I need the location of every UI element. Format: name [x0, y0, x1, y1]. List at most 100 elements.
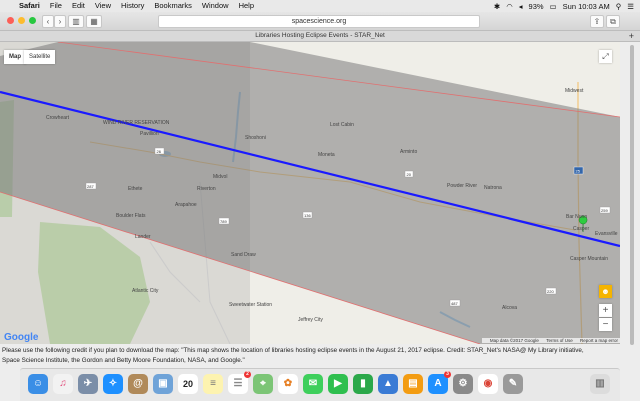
zoom-window-button[interactable]	[29, 17, 36, 24]
map-canvas[interactable]: Crowheart Pavillion Shoshoni Lost Cabin …	[0, 42, 620, 344]
place-label: Evansville	[595, 231, 618, 237]
credit-line: Space Science Institute, the Gordon and …	[2, 357, 245, 364]
tab-title[interactable]: Libraries Hosting Eclipse Events - STAR_…	[255, 32, 385, 39]
report-map-error-link[interactable]: Report a map error	[580, 338, 618, 343]
tabs-overview-icon[interactable]: ⧉	[606, 15, 620, 28]
reservation-label: WIND RIVER RESERVATION	[103, 120, 170, 126]
finder-icon[interactable]: ☺	[28, 374, 48, 394]
place-label: Lost Cabin	[330, 122, 354, 128]
zoom-in-button[interactable]: +	[599, 304, 612, 317]
reminders-icon[interactable]: ☰ 2	[228, 371, 251, 394]
place-label: Midvol	[213, 174, 227, 180]
minimize-window-button[interactable]	[18, 17, 25, 24]
volume-icon[interactable]: ◂	[516, 2, 526, 11]
sidebar-icon[interactable]: ▥	[68, 15, 84, 28]
place-label: Crowheart	[46, 115, 70, 121]
system-preferences-icon[interactable]: ⚙	[453, 374, 473, 394]
chrome-icon[interactable]: ◉	[478, 374, 498, 394]
svg-text:20: 20	[407, 172, 412, 177]
svg-text:789: 789	[220, 219, 227, 224]
place-label: Ethete	[128, 186, 143, 192]
launchpad-icon[interactable]: ✈	[78, 374, 98, 394]
pegman-icon[interactable]: ☻	[599, 285, 612, 298]
close-window-button[interactable]	[7, 17, 14, 24]
page-scrollbar[interactable]	[630, 45, 634, 345]
google-logo[interactable]: Google	[4, 332, 38, 343]
place-label: Moneta	[318, 152, 335, 158]
spotlight-icon[interactable]: ⚲	[613, 2, 625, 11]
notes-icon[interactable]: ≡	[203, 374, 223, 394]
place-label: Jeffrey City	[298, 317, 323, 323]
battery-percent[interactable]: 93%	[526, 2, 547, 11]
place-label: Natrona	[484, 185, 502, 191]
back-button[interactable]: ‹	[42, 15, 54, 28]
place-label: Casper	[573, 226, 589, 232]
topsites-icon[interactable]: ▦	[86, 15, 102, 28]
svg-text:287: 287	[87, 184, 94, 189]
menu-history[interactable]: History	[116, 0, 149, 12]
menu-help[interactable]: Help	[234, 0, 259, 12]
scripts-icon[interactable]: ✎	[503, 374, 523, 394]
preview-icon[interactable]: ▣	[153, 374, 173, 394]
svg-text:220: 220	[547, 289, 554, 294]
battery-icon[interactable]: ▭	[547, 2, 560, 11]
map-type-satellite-button[interactable]: Satellite	[24, 50, 56, 64]
maps-icon[interactable]: ⌖	[253, 374, 273, 394]
dock: ☺ ♫ ✈ ✧ @ ▣ 20 ≡ ☰ 2 ⌖ ✿ ✉ ▶ ▮ ▲ ▤ A3 ⚙ ◉…	[20, 368, 620, 401]
place-label: Arminto	[400, 149, 417, 155]
place-label: Riverton	[197, 186, 216, 192]
credit-line: Please use the following credit if you p…	[2, 347, 584, 354]
place-label: Sweetwater Station	[229, 302, 272, 308]
menu-app-safari[interactable]: Safari	[14, 0, 45, 12]
map-type-map-button[interactable]: Map	[4, 50, 26, 64]
svg-text:259: 259	[601, 208, 608, 213]
keynote-icon[interactable]: ▲	[378, 374, 398, 394]
place-label: Shoshoni	[245, 135, 266, 141]
reminders-badge: 2	[244, 371, 251, 378]
facetime-icon[interactable]: ▶	[328, 374, 348, 394]
map-footer: Map data ©2017 Google Terms of Use Repor…	[481, 338, 620, 343]
contacts-icon[interactable]: @	[128, 374, 148, 394]
messages-icon[interactable]: ✉	[303, 374, 323, 394]
place-label: Pavillion	[140, 131, 159, 137]
menu-view[interactable]: View	[90, 0, 116, 12]
menu-file[interactable]: File	[45, 0, 67, 12]
place-label: Sand Draw	[231, 252, 256, 258]
terms-of-use-link[interactable]: Terms of Use	[546, 338, 573, 343]
place-label: Bar Nunn	[566, 214, 587, 220]
new-tab-button[interactable]: +	[629, 31, 634, 41]
menu-bar: Safari File Edit View History Bookmarks …	[0, 0, 640, 12]
clock[interactable]: Sun 10:03 AM	[560, 2, 613, 11]
notification-center-icon[interactable]: ☰	[624, 2, 640, 11]
place-label: Atlantic City	[132, 288, 159, 294]
share-icon[interactable]: ⇪	[590, 15, 604, 28]
svg-text:487: 487	[451, 301, 458, 306]
ibooks-icon[interactable]: ▤	[403, 374, 423, 394]
menu-bookmarks[interactable]: Bookmarks	[149, 0, 197, 12]
forward-button[interactable]: ›	[54, 15, 66, 28]
tab-bar: Libraries Hosting Eclipse Events - STAR_…	[0, 31, 640, 42]
wifi-icon[interactable]: ◠	[503, 2, 516, 11]
address-bar[interactable]: spacescience.org	[158, 15, 480, 28]
place-label: Alcova	[502, 305, 517, 311]
place-label: Boulder Flats	[116, 213, 146, 219]
zoom-out-button[interactable]: −	[599, 318, 612, 331]
numbers-icon[interactable]: ▮	[353, 374, 373, 394]
itunes-icon[interactable]: ♫	[53, 374, 73, 394]
svg-text:26: 26	[157, 149, 162, 154]
trash-icon[interactable]: ▥	[590, 374, 610, 394]
menu-window[interactable]: Window	[197, 0, 234, 12]
bluetooth-icon[interactable]: ✱	[491, 2, 503, 11]
calendar-icon[interactable]: 20	[178, 374, 198, 394]
url-text: spacescience.org	[291, 18, 347, 25]
overlay-tile	[0, 42, 250, 344]
browser-toolbar: ‹ › ▥ ▦ spacescience.org ⇪ ⧉	[0, 12, 640, 31]
place-label: Powder River	[447, 183, 477, 189]
appstore-icon[interactable]: A3	[428, 371, 451, 394]
fullscreen-icon[interactable]: ⤢	[599, 50, 612, 63]
menu-edit[interactable]: Edit	[67, 0, 90, 12]
place-label: Casper Mountain	[570, 256, 608, 262]
photos-icon[interactable]: ✿	[278, 374, 298, 394]
place-label: Midwest	[565, 88, 584, 94]
safari-icon[interactable]: ✧	[103, 374, 123, 394]
